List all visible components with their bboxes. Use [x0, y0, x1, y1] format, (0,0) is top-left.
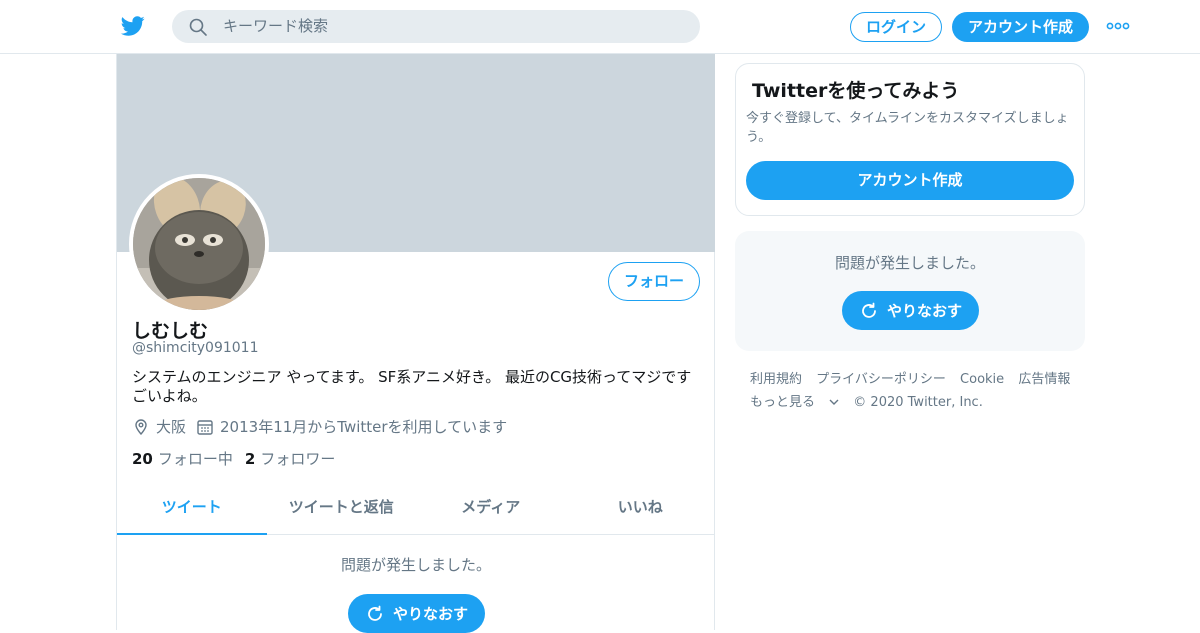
- followers-number: 2: [244, 450, 256, 468]
- following-label: フォロー中: [157, 450, 233, 468]
- footer-more-label: もっと見る: [750, 395, 816, 410]
- avatar-image: [133, 178, 265, 310]
- location-pin-icon: [135, 418, 147, 435]
- join-date-text: 2013年11月からTwitterを利用しています: [220, 418, 508, 436]
- profile-column: フォロー しむしむ @shimcity091011 システムのエンジニア やって…: [116, 54, 715, 633]
- retry-label: やりなおす: [886, 302, 962, 320]
- following-count[interactable]: 20 フォロー中: [132, 448, 233, 469]
- sidebar-error-message: 問題が発生しました。: [834, 254, 985, 272]
- search-box[interactable]: キーワード検索: [172, 10, 700, 43]
- refresh-icon: [862, 302, 876, 318]
- refresh-icon: [368, 605, 382, 621]
- followers-label: フォロワー: [260, 450, 336, 468]
- signup-promo-card: Twitterを使ってみよう 今すぐ登録して、タイムラインをカスタマイズしましょ…: [735, 63, 1085, 216]
- login-button[interactable]: ログイン: [850, 12, 942, 42]
- footer-row-1: 利用規約 プライバシーポリシー Cookie 広告情報: [750, 368, 1090, 391]
- more-options-icon[interactable]: [1106, 18, 1130, 34]
- location-text: 大阪: [156, 418, 187, 436]
- tab-likes[interactable]: いいね: [566, 480, 716, 534]
- profile-meta: 大阪 2013年11月からTwitterを利用しています: [132, 416, 517, 437]
- sidebar-error-card: 問題が発生しました。 やりなおす: [735, 231, 1085, 351]
- top-navigation-bar: キーワード検索 ログイン アカウント作成: [0, 0, 1200, 54]
- retry-label: やりなおす: [392, 605, 468, 623]
- followers-count[interactable]: 2 フォロワー: [245, 448, 335, 469]
- promo-title: Twitterを使ってみよう: [752, 80, 960, 102]
- follow-button[interactable]: フォロー: [608, 262, 700, 301]
- profile-tabs: ツイート ツイートと返信 メディア いいね: [117, 480, 715, 535]
- tab-tweets-and-replies[interactable]: ツイートと返信: [267, 480, 417, 534]
- chevron-down-icon: [829, 399, 839, 405]
- tab-media[interactable]: メディア: [416, 480, 566, 534]
- signup-button[interactable]: アカウント作成: [952, 12, 1089, 42]
- sidebar-retry-button[interactable]: やりなおす: [842, 291, 979, 330]
- tab-tweets[interactable]: ツイート: [117, 480, 267, 535]
- footer-copyright: © 2020 Twitter, Inc.: [853, 395, 983, 410]
- footer-link-terms[interactable]: 利用規約: [750, 372, 802, 387]
- footer-row-2: もっと見る © 2020 Twitter, Inc.: [750, 391, 1090, 414]
- twitter-bird-icon[interactable]: [120, 14, 146, 38]
- promo-signup-button[interactable]: アカウント作成: [746, 161, 1074, 200]
- following-number: 20: [132, 450, 153, 468]
- footer-link-cookie[interactable]: Cookie: [960, 372, 1004, 387]
- display-name: しむしむ: [132, 320, 209, 342]
- user-handle[interactable]: @shimcity091011: [132, 340, 259, 356]
- follow-counts: 20 フォロー中 2 フォロワー: [132, 448, 347, 469]
- promo-description: 今すぐ登録して、タイムラインをカスタマイズしましょう。: [746, 111, 1069, 145]
- avatar[interactable]: [129, 174, 269, 314]
- footer-links: 利用規約 プライバシーポリシー Cookie 広告情報 もっと見る © 2020…: [750, 368, 1090, 414]
- footer-more-link[interactable]: もっと見る: [750, 395, 843, 410]
- calendar-icon: [197, 419, 213, 435]
- footer-link-ads[interactable]: 広告情報: [1018, 372, 1070, 387]
- profile-bio: システムのエンジニア やってます。 SF系アニメ好き。 最近のCG技術ってマジで…: [132, 368, 692, 405]
- timeline-error-message: 問題が発生しました。: [340, 556, 491, 574]
- timeline-retry-button[interactable]: やりなおす: [348, 594, 485, 633]
- join-date: 2013年11月からTwitterを利用しています: [196, 416, 507, 437]
- search-icon: [189, 18, 207, 36]
- location: 大阪: [132, 416, 186, 437]
- footer-link-privacy[interactable]: プライバシーポリシー: [816, 372, 946, 387]
- search-input[interactable]: キーワード検索: [223, 17, 328, 36]
